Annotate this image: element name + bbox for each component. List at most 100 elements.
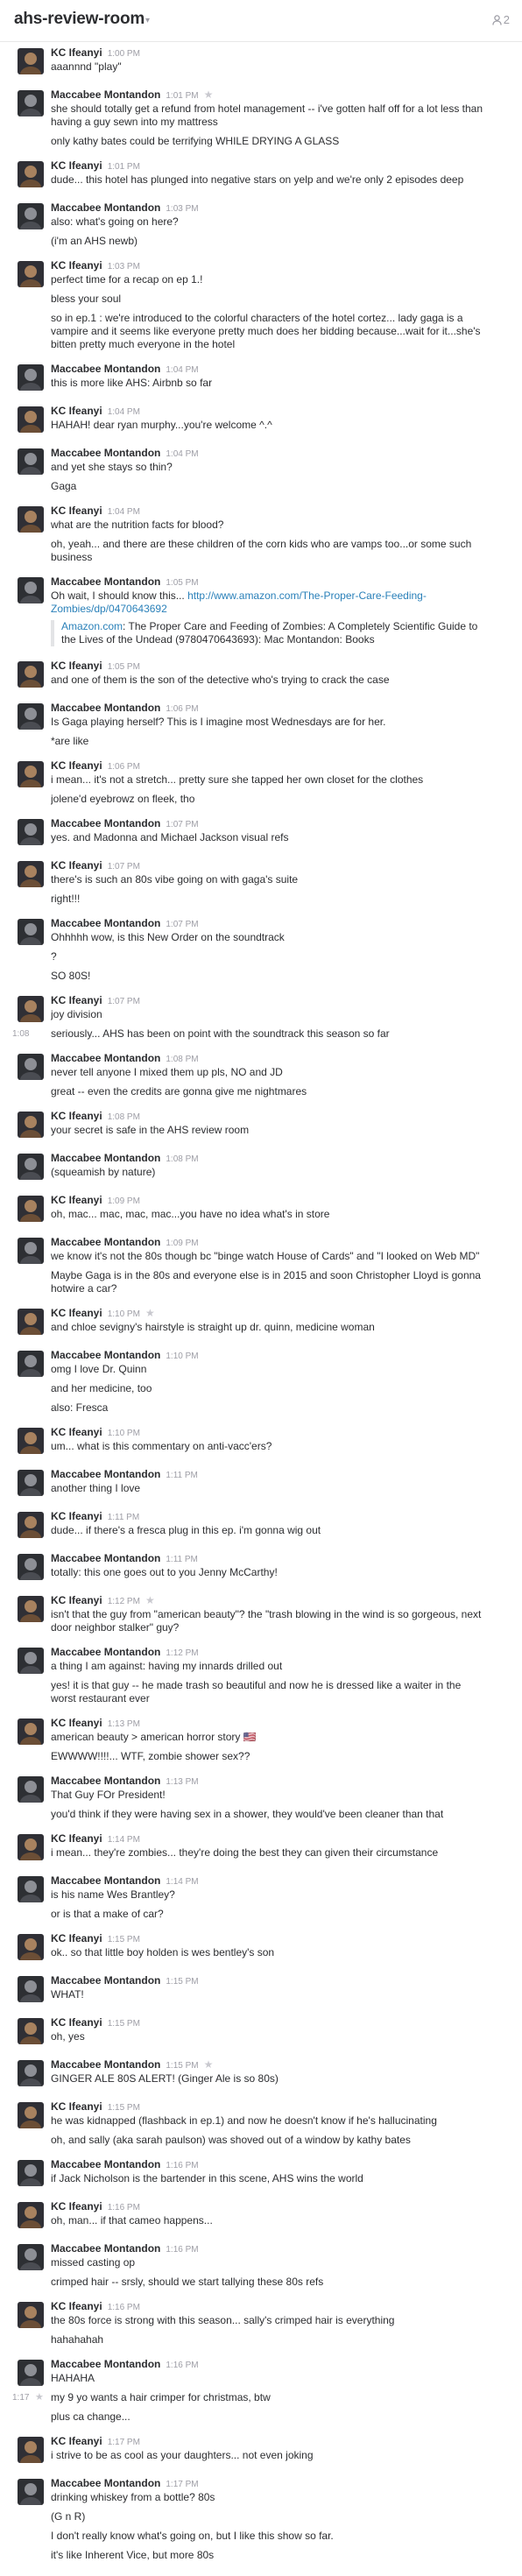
avatar[interactable] xyxy=(18,1776,44,1803)
sender-name[interactable]: KC Ifeanyi xyxy=(51,1832,102,1845)
star-icon[interactable]: ★ xyxy=(35,2391,44,2404)
avatar[interactable] xyxy=(18,2479,44,2505)
sender-name[interactable]: KC Ifeanyi xyxy=(51,1110,102,1122)
sender-name[interactable]: KC Ifeanyi xyxy=(51,859,102,872)
avatar[interactable] xyxy=(18,90,44,116)
avatar[interactable] xyxy=(18,2018,44,2044)
timestamp[interactable]: 1:08 PM xyxy=(166,1055,198,1064)
timestamp[interactable]: 1:05 PM xyxy=(166,578,198,588)
sender-name[interactable]: Maccabee Montandon xyxy=(51,2242,160,2255)
timestamp[interactable]: 1:06 PM xyxy=(108,762,140,772)
timestamp[interactable]: 1:13 PM xyxy=(108,1719,140,1729)
sender-name[interactable]: Maccabee Montandon xyxy=(51,1552,160,1564)
timestamp[interactable]: 1:04 PM xyxy=(108,407,140,417)
timestamp[interactable]: 1:07 PM xyxy=(108,862,140,872)
sender-name[interactable]: Maccabee Montandon xyxy=(51,1349,160,1361)
sender-name[interactable]: Maccabee Montandon xyxy=(51,201,160,214)
timestamp[interactable]: 1:14 PM xyxy=(108,1835,140,1845)
timestamp[interactable]: 1:14 PM xyxy=(166,1877,198,1887)
avatar[interactable] xyxy=(18,1554,44,1580)
sender-name[interactable]: KC Ifeanyi xyxy=(51,405,102,417)
avatar[interactable] xyxy=(18,364,44,391)
timestamp[interactable]: 1:11 PM xyxy=(166,1555,198,1564)
sender-name[interactable]: KC Ifeanyi xyxy=(51,46,102,59)
sender-name[interactable]: KC Ifeanyi xyxy=(51,994,102,1006)
timestamp[interactable]: 1:15 PM xyxy=(166,2061,198,2071)
timestamp[interactable]: 1:11 PM xyxy=(166,1471,198,1480)
avatar[interactable] xyxy=(18,2160,44,2186)
sender-name[interactable]: Maccabee Montandon xyxy=(51,1052,160,1064)
avatar[interactable] xyxy=(18,406,44,433)
timestamp[interactable]: 1:05 PM xyxy=(108,662,140,672)
timestamp[interactable]: 1:17 PM xyxy=(108,2438,140,2447)
timestamp[interactable]: 1:10 PM xyxy=(108,1429,140,1438)
timestamp[interactable]: 1:09 PM xyxy=(166,1239,198,1248)
avatar[interactable] xyxy=(18,2360,44,2386)
avatar[interactable] xyxy=(18,1512,44,1538)
timestamp[interactable]: 1:15 PM xyxy=(166,1977,198,1987)
avatar[interactable] xyxy=(18,2302,44,2328)
avatar[interactable] xyxy=(18,1470,44,1496)
avatar[interactable] xyxy=(18,1054,44,1080)
avatar[interactable] xyxy=(18,761,44,787)
sender-name[interactable]: KC Ifeanyi xyxy=(51,1307,102,1319)
avatar[interactable] xyxy=(18,1112,44,1138)
timestamp[interactable]: 1:08 PM xyxy=(166,1154,198,1164)
sender-name[interactable]: KC Ifeanyi xyxy=(51,1594,102,1606)
avatar[interactable] xyxy=(18,1351,44,1377)
avatar[interactable] xyxy=(18,48,44,74)
avatar[interactable] xyxy=(18,161,44,187)
sender-name[interactable]: Maccabee Montandon xyxy=(51,1974,160,1987)
timestamp[interactable]: 1:01 PM xyxy=(108,162,140,172)
timestamp[interactable]: 1:01 PM xyxy=(166,91,198,101)
sender-name[interactable]: KC Ifeanyi xyxy=(51,2300,102,2312)
sender-name[interactable]: KC Ifeanyi xyxy=(51,1510,102,1522)
timestamp[interactable]: 1:06 PM xyxy=(166,704,198,714)
sender-name[interactable]: Maccabee Montandon xyxy=(51,1152,160,1164)
timestamp[interactable]: 1:04 PM xyxy=(108,507,140,517)
avatar[interactable] xyxy=(18,661,44,688)
timestamp[interactable]: 1:11 PM xyxy=(108,1513,140,1522)
sender-name[interactable]: Maccabee Montandon xyxy=(51,1775,160,1787)
avatar[interactable] xyxy=(18,2060,44,2086)
sender-name[interactable]: KC Ifeanyi xyxy=(51,1194,102,1206)
avatar[interactable] xyxy=(18,996,44,1022)
avatar[interactable] xyxy=(18,1934,44,1960)
avatar[interactable] xyxy=(18,1309,44,1335)
channel-name[interactable]: ahs-review-room xyxy=(14,10,145,29)
timestamp[interactable]: 1:00 PM xyxy=(108,49,140,59)
preview-source[interactable]: Amazon.com xyxy=(61,620,123,632)
sender-name[interactable]: Maccabee Montandon xyxy=(51,1874,160,1887)
avatar[interactable] xyxy=(18,1719,44,1745)
timestamp[interactable]: 1:13 PM xyxy=(166,1777,198,1787)
timestamp[interactable]: 1:10 PM xyxy=(108,1309,140,1319)
avatar[interactable] xyxy=(18,1834,44,1860)
timestamp[interactable]: 1:17 xyxy=(12,2391,29,2404)
timestamp[interactable]: 1:12 PM xyxy=(166,1648,198,1658)
timestamp[interactable]: 1:15 PM xyxy=(108,2019,140,2029)
timestamp[interactable]: 1:15 PM xyxy=(108,2103,140,2113)
sender-name[interactable]: Maccabee Montandon xyxy=(51,447,160,459)
sender-name[interactable]: Maccabee Montandon xyxy=(51,88,160,101)
avatar[interactable] xyxy=(18,2437,44,2463)
star-icon[interactable]: ★ xyxy=(204,88,214,101)
avatar[interactable] xyxy=(18,2202,44,2228)
timestamp[interactable]: 1:17 PM xyxy=(166,2480,198,2489)
timestamp[interactable]: 1:10 PM xyxy=(166,1352,198,1361)
sender-name[interactable]: KC Ifeanyi xyxy=(51,2435,102,2447)
sender-name[interactable]: KC Ifeanyi xyxy=(51,759,102,772)
star-icon[interactable]: ★ xyxy=(204,2058,214,2071)
avatar[interactable] xyxy=(18,861,44,887)
avatar[interactable] xyxy=(18,1876,44,1902)
timestamp[interactable]: 1:04 PM xyxy=(166,449,198,459)
timestamp[interactable]: 1:03 PM xyxy=(166,204,198,214)
avatar[interactable] xyxy=(18,261,44,287)
timestamp[interactable]: 1:03 PM xyxy=(108,262,140,272)
avatar[interactable] xyxy=(18,506,44,533)
sender-name[interactable]: KC Ifeanyi xyxy=(51,2100,102,2113)
avatar[interactable] xyxy=(18,1196,44,1222)
sender-name[interactable]: KC Ifeanyi xyxy=(51,660,102,672)
sender-name[interactable]: Maccabee Montandon xyxy=(51,2358,160,2370)
sender-name[interactable]: Maccabee Montandon xyxy=(51,2477,160,2489)
avatar[interactable] xyxy=(18,1238,44,1264)
